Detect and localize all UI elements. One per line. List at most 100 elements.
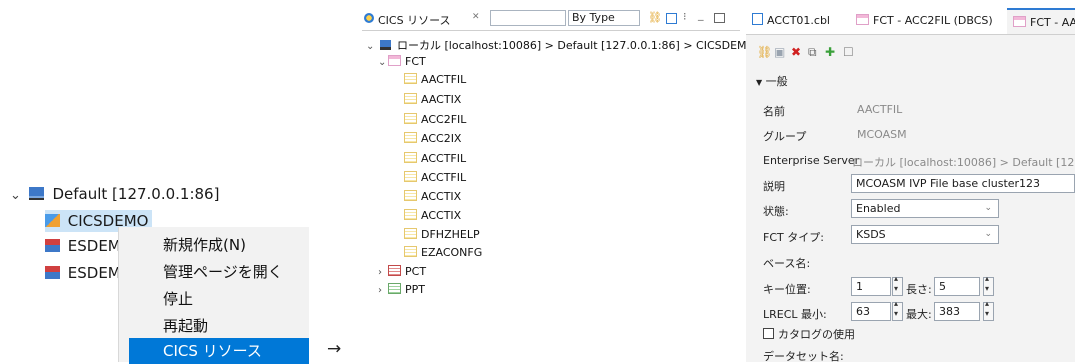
tree-item-esdem[interactable]: ESDEM <box>45 235 121 257</box>
file-table-icon <box>404 93 417 104</box>
length-spinner[interactable] <box>983 274 994 296</box>
group-label: PCT <box>405 265 427 278</box>
save-icon[interactable]: ▣ <box>774 45 785 59</box>
view-menu-icon[interactable]: ⁝ <box>683 10 687 23</box>
base-name-label: ベース名: <box>763 257 811 270</box>
tree-item-label: ESDEM <box>67 237 121 255</box>
key-position-spinner[interactable] <box>892 274 903 296</box>
fct-entry[interactable]: ACCTIX <box>404 207 461 225</box>
menu-item-open-admin-page[interactable]: 管理ページを開く <box>119 259 309 285</box>
tree-node-default[interactable]: ⌄ Default [127.0.0.1:86] <box>10 183 219 207</box>
max-input[interactable]: 383 <box>934 302 980 321</box>
section-general[interactable]: ▼ 一般 <box>756 73 788 89</box>
region-stopped-icon <box>45 266 60 279</box>
arrow-icon: → <box>327 339 342 359</box>
state-label: 状態: <box>763 205 789 218</box>
entry-label: ACCTFIL <box>421 171 467 184</box>
chevron-down-icon[interactable]: ⌄ <box>366 38 376 56</box>
chevron-down-icon[interactable]: ⌄ <box>378 54 388 72</box>
fct-entry[interactable]: AACTIX <box>404 91 461 109</box>
fct-entry[interactable]: EZACONFG <box>404 244 482 262</box>
fct-entry[interactable]: ACCTFIL <box>404 150 466 168</box>
menu-item-stop[interactable]: 停止 <box>119 286 309 312</box>
minimize-icon[interactable]: _ <box>698 8 704 21</box>
menu-item-restart[interactable]: 再起動 <box>119 313 309 339</box>
tab-label: FCT - AA <box>1030 16 1075 29</box>
fct-type-select[interactable]: KSDS ⌄ <box>851 225 999 244</box>
editor-tab-acc2fil[interactable]: FCT - ACC2FIL (DBCS) <box>850 8 1007 34</box>
editor-tab-aactfil[interactable]: FCT - AA <box>1007 8 1075 34</box>
menu-item-new[interactable]: 新規作成(N) <box>119 232 309 258</box>
fct-entry[interactable]: ACCTFIL <box>404 169 466 187</box>
fct-entry[interactable]: AACTFIL <box>404 71 466 89</box>
copy-icon[interactable]: ⧉ <box>808 45 817 60</box>
length-input[interactable]: 5 <box>934 277 980 296</box>
entry-label: ACCTIX <box>421 190 462 203</box>
key-position-input[interactable]: 1 <box>851 277 891 296</box>
entry-label: ACC2IX <box>421 132 462 145</box>
chevron-down-icon[interactable]: ⌄ <box>10 188 21 203</box>
enterprise-server-label: Enterprise Server <box>763 154 860 167</box>
region-stopped-icon <box>45 239 60 252</box>
fct-table-icon <box>856 14 869 25</box>
enterprise-server-value: ローカル [localhost:10086] > Default [127.0.… <box>852 156 1075 169</box>
catalog-label: カタログの使用 <box>778 328 855 341</box>
cobol-file-icon <box>752 13 763 25</box>
max-spinner[interactable] <box>983 299 994 321</box>
description-input[interactable]: MCOASM IVP File base cluster123 <box>851 174 1075 193</box>
fct-entry[interactable]: ACC2IX <box>404 130 461 148</box>
context-menu: 新規作成(N) 管理ページを開く 停止 再起動 CICS リソース <box>118 227 309 364</box>
file-table-icon <box>404 171 417 182</box>
tree-group-ppt[interactable]: › PPT <box>378 281 425 300</box>
filter-input[interactable] <box>490 10 566 26</box>
ppt-table-icon <box>388 283 401 294</box>
cics-resources-view-tab[interactable]: CICS リソース ✕ By Type ⛓ ⁝ _ <box>362 8 740 31</box>
region-running-icon <box>45 214 60 227</box>
lrecl-min-spinner[interactable] <box>892 299 903 321</box>
cics-resources-icon <box>364 13 374 23</box>
view-title: CICS リソース <box>378 14 451 27</box>
name-label: 名前 <box>763 105 785 118</box>
tree-group-fct[interactable]: ⌄ FCT <box>378 53 426 72</box>
filter-type-select[interactable]: By Type <box>568 10 640 26</box>
fct-entry[interactable]: ACCTIX <box>404 188 461 206</box>
tree-item-esdem[interactable]: ESDEM <box>45 262 121 284</box>
entry-label: ACC2FIL <box>421 113 467 126</box>
group-label: グループ <box>763 130 807 143</box>
tab-label: ACCT01.cbl <box>767 14 830 27</box>
entry-label: ACCTFIL <box>421 152 467 165</box>
restore-icon[interactable]: ☐ <box>843 45 854 59</box>
menu-item-cics-resources[interactable]: CICS リソース <box>129 338 309 364</box>
entry-label: DFHZHELP <box>421 228 480 241</box>
tree-group-pct[interactable]: › PCT <box>378 263 426 282</box>
delete-icon[interactable]: ✖ <box>791 45 801 59</box>
editor-tab-acct01[interactable]: ACCT01.cbl <box>746 8 850 34</box>
fct-entry[interactable]: ACC2FIL <box>404 111 466 129</box>
name-value: AACTFIL <box>857 103 903 116</box>
entry-label: AACTFIL <box>421 73 467 86</box>
collapse-all-icon[interactable] <box>666 13 677 24</box>
tree-item-label: ESDEM <box>67 264 121 282</box>
add-icon[interactable]: ✚ <box>825 45 835 59</box>
server-icon <box>379 40 391 50</box>
close-icon[interactable]: ✕ <box>472 12 480 22</box>
state-select[interactable]: Enabled ⌄ <box>851 199 999 218</box>
catalog-checkbox-row[interactable]: カタログの使用 <box>763 326 855 342</box>
chevron-down-icon: ⌄ <box>984 229 992 239</box>
chevron-right-icon[interactable]: › <box>378 264 388 282</box>
file-table-icon <box>404 73 417 84</box>
fct-entry[interactable]: DFHZHELP <box>404 226 480 244</box>
link-icon[interactable]: ⛓ <box>648 11 662 24</box>
editor-tabs: ACCT01.cbl FCT - ACC2FIL (DBCS) FCT - AA <box>746 8 1075 35</box>
group-label: PPT <box>405 283 425 296</box>
group-label: FCT <box>405 55 426 68</box>
lrecl-min-input[interactable]: 63 <box>851 302 891 321</box>
maximize-icon[interactable] <box>714 13 725 23</box>
entry-label: AACTIX <box>421 93 462 106</box>
fct-table-icon <box>1013 16 1026 27</box>
group-value: MCOASM <box>857 128 907 141</box>
chevron-right-icon[interactable]: › <box>378 282 388 300</box>
max-label: 最大: <box>906 308 932 321</box>
checkbox[interactable] <box>763 328 774 339</box>
link-icon[interactable]: ⛓ <box>757 45 772 59</box>
